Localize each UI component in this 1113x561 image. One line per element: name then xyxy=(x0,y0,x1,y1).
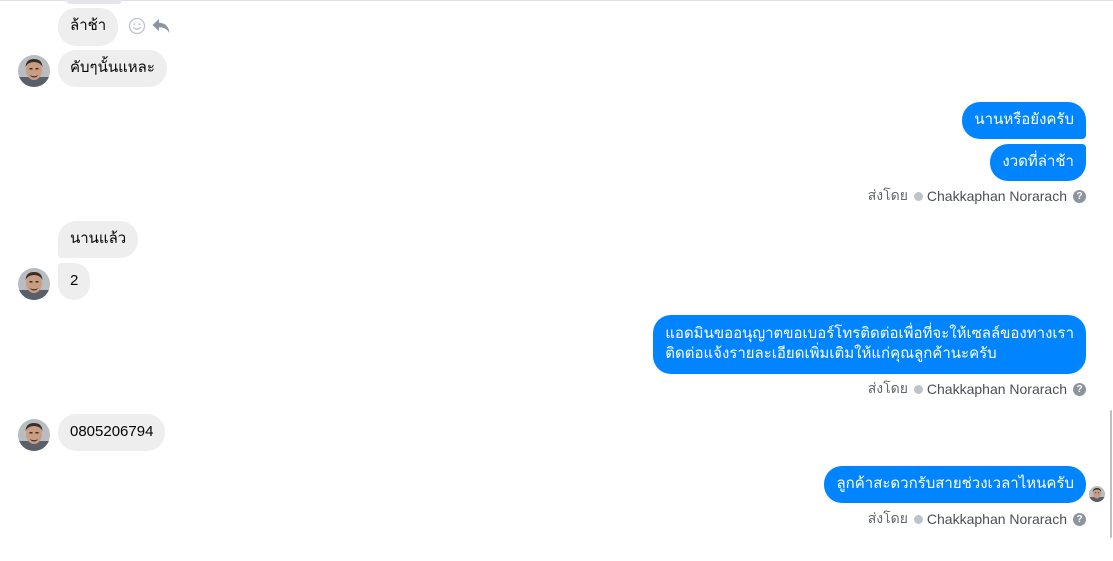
top-border xyxy=(0,0,1113,1)
message-line: ติดต่อแจ้งรายละเอียดเพิ่มเติมให้แก่คุณลู… xyxy=(665,345,997,362)
help-icon[interactable]: ? xyxy=(1073,189,1086,203)
incoming-message[interactable]: นานแล้ว xyxy=(58,221,139,258)
previous-message-edge xyxy=(66,0,122,4)
page-badge-icon xyxy=(913,384,923,394)
sent-by-line: ส่งโดย Chakkaphan Norarach ? xyxy=(868,379,1086,399)
smiley-icon[interactable] xyxy=(128,17,146,35)
sent-by-line: ส่งโดย Chakkaphan Norarach ? xyxy=(868,186,1086,206)
scrollbar[interactable] xyxy=(1110,410,1112,538)
sent-by-label: ส่งโดย xyxy=(867,187,908,203)
help-icon[interactable]: ? xyxy=(1073,512,1086,526)
outgoing-message[interactable]: นานหรือยังครับ xyxy=(962,102,1086,139)
sent-by-label: ส่งโดย xyxy=(867,380,908,396)
sender-name-link[interactable]: Chakkaphan Norarach xyxy=(927,381,1067,397)
sender-name-link[interactable]: Chakkaphan Norarach xyxy=(927,188,1067,204)
outgoing-message[interactable]: ลูกค้าสะดวกรับสายช่วงเวลาไหนครับ xyxy=(824,466,1086,503)
page-badge-icon xyxy=(913,514,923,524)
incoming-message[interactable]: 0805206794 xyxy=(58,414,166,451)
reply-arrow-icon[interactable] xyxy=(151,17,171,35)
outgoing-message[interactable]: งวดที่ล่าช้า xyxy=(990,144,1086,181)
contact-avatar[interactable] xyxy=(18,55,50,87)
incoming-message[interactable]: ล้าช้า xyxy=(58,8,119,46)
incoming-message[interactable]: 2 xyxy=(58,263,91,300)
seen-avatar-icon xyxy=(1089,486,1105,502)
contact-avatar[interactable] xyxy=(18,419,50,451)
sent-by-line: ส่งโดย Chakkaphan Norarach ? xyxy=(868,509,1086,529)
contact-avatar[interactable] xyxy=(18,268,50,300)
sender-name-link[interactable]: Chakkaphan Norarach xyxy=(927,511,1067,527)
message-line: แอดมินขออนุญาตขอเบอร์โทรติดต่อเพื่อที่จะ… xyxy=(665,325,1074,342)
page-badge-icon xyxy=(913,191,923,201)
outgoing-message[interactable]: แอดมินขออนุญาตขอเบอร์โทรติดต่อเพื่อที่จะ… xyxy=(653,315,1086,374)
incoming-message[interactable]: คับๆนั้นแหละ xyxy=(58,50,167,87)
sent-by-label: ส่งโดย xyxy=(867,510,908,526)
help-icon[interactable]: ? xyxy=(1073,382,1086,396)
